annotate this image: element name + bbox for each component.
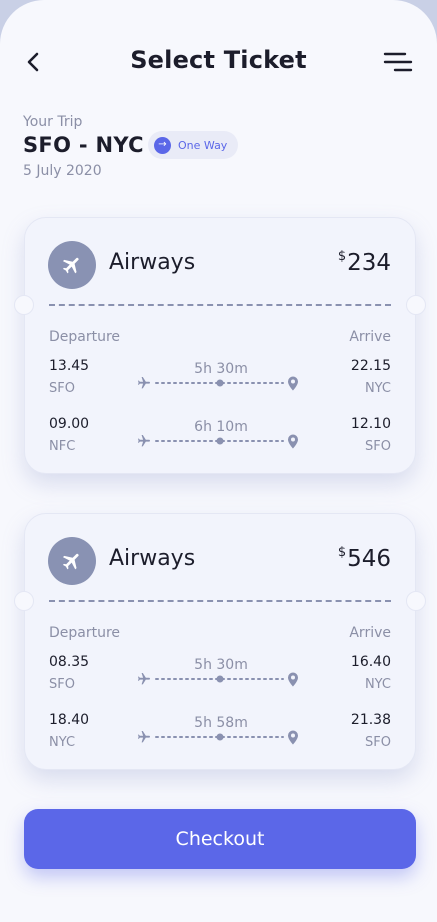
arrive-label: Arrive [349,329,391,345]
airplane-icon [62,553,79,570]
checkout-button[interactable]: Checkout [24,809,416,869]
route-line [138,730,298,745]
depart-code: NFC [49,439,76,454]
airplane-icon [62,257,79,274]
ticket-price: $546 [338,545,391,572]
route-line [138,434,298,449]
card-notch-right [406,295,426,315]
depart-time: 18.40 [49,712,90,728]
header: Select Ticket [0,36,437,88]
ticket-card[interactable]: Airways $234 Departure Arrive 13.45 SFO … [14,217,426,474]
midpoint-dot [216,675,224,683]
depart-code: SFO [49,677,75,692]
ticket-price: $234 [338,249,391,276]
route-line [138,672,298,687]
location-pin-icon [288,376,298,391]
airplane-icon [138,672,151,685]
airline-name: Airways [109,250,196,275]
phone-screen: Select Ticket Your Trip SFO - NYC 5 July… [0,0,437,922]
trip-label: Your Trip [23,114,83,130]
ticket-card[interactable]: Airways $546 Departure Arrive 08.35 SFO … [14,513,426,770]
depart-time: 08.35 [49,654,90,670]
arrow-right-icon: → [154,136,171,154]
midpoint-dot [216,733,224,741]
trip-type-label: One Way [178,138,228,152]
trip-summary: Your Trip SFO - NYC 5 July 2020 [23,114,144,179]
page-title: Select Ticket [130,46,307,74]
airline-name: Airways [109,546,196,571]
airplane-icon [138,376,151,389]
depart-time: 13.45 [49,358,90,374]
arrive-label: Arrive [349,625,391,641]
departure-label: Departure [49,625,121,641]
departure-label: Departure [49,329,121,345]
midpoint-dot [216,437,224,445]
flight-segment: 09.00 NFC 6h 10m 12.10 SFO [25,416,415,462]
trip-type-badge[interactable]: → One Way [148,131,238,159]
depart-code: SFO [49,381,75,396]
price-currency: $ [337,545,347,560]
route-line [138,376,298,391]
arrive-code: NYC [364,677,391,692]
card-notch-right [406,591,426,611]
arrive-code: SFO [365,439,391,454]
depart-time: 09.00 [49,416,90,432]
midpoint-dot [216,379,224,387]
ticket-divider [49,304,391,306]
arrive-time: 12.10 [350,416,391,432]
arrive-time: 16.40 [350,654,391,670]
arrive-time: 21.38 [350,712,391,728]
price-currency: $ [337,249,347,264]
flight-segment: 08.35 SFO 5h 30m 16.40 NYC [25,654,415,700]
location-pin-icon [288,730,298,745]
arrive-time: 22.15 [350,358,391,374]
airline-logo [48,537,96,585]
location-pin-icon [288,672,298,687]
flight-segment: 18.40 NYC 5h 58m 21.38 SFO [25,712,415,758]
arrive-code: NYC [364,381,391,396]
airline-logo [48,241,96,289]
airplane-icon [138,730,151,743]
airplane-icon [138,434,151,447]
ticket-divider [49,600,391,602]
trip-route: SFO - NYC [23,133,144,157]
card-notch-left [14,295,34,315]
price-amount: 234 [347,250,391,276]
price-amount: 546 [347,546,391,572]
arrive-code: SFO [365,735,391,750]
card-notch-left [14,591,34,611]
depart-code: NYC [49,735,76,750]
trip-date: 5 July 2020 [23,163,102,179]
location-pin-icon [288,434,298,449]
menu-icon [383,52,413,72]
flight-segment: 13.45 SFO 5h 30m 22.15 NYC [25,358,415,404]
menu-button[interactable] [383,50,413,76]
